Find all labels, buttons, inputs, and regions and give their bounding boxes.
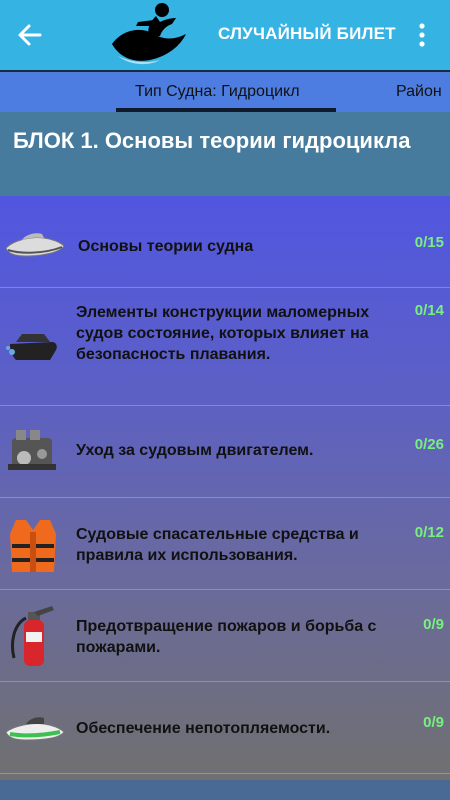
more-vert-icon xyxy=(419,23,425,47)
life-jacket-icon xyxy=(4,514,62,572)
jet-ski-icon xyxy=(4,214,65,272)
item-label: Элементы конструкции маломерных судов со… xyxy=(76,304,370,363)
list-item[interactable]: Уход за судовым двигателем. 0/26 xyxy=(0,406,450,498)
app-bar: СЛУЧАЙНЫЙ БИЛЕТ xyxy=(0,0,450,70)
app-title: СЛУЧАЙНЫЙ БИЛЕТ xyxy=(218,24,396,43)
back-button[interactable] xyxy=(12,17,48,53)
progress-count: 0/9 xyxy=(423,714,444,731)
jet-ski-rider-logo xyxy=(110,0,190,68)
progress-count: 0/14 xyxy=(414,302,444,319)
progress-count: 0/15 xyxy=(414,234,444,251)
list-item[interactable]: Предотвращение пожаров и борьба с пожара… xyxy=(0,590,450,682)
item-label: Предотвращение пожаров и борьба с пожара… xyxy=(76,618,377,656)
boat-hull-icon xyxy=(4,320,62,378)
list-item[interactable]: Основы теории судна 0/15 xyxy=(0,196,450,288)
block-header: БЛОК 1. Основы теории гидроцикла xyxy=(0,112,450,196)
item-label: Уход за судовым двигателем. xyxy=(76,442,314,459)
block-title: БЛОК 1. Основы теории гидроцикла xyxy=(13,128,411,153)
progress-count: 0/26 xyxy=(414,436,444,453)
overflow-menu-button[interactable] xyxy=(410,20,434,50)
item-label: Обеспечение непотопляемости. xyxy=(76,720,331,737)
progress-count: 0/12 xyxy=(414,524,444,541)
list-item[interactable]: Судовые спасательные средства и правила … xyxy=(0,498,450,590)
item-label: Основы теории судна xyxy=(78,238,254,255)
item-label: Судовые спасательные средства и правила … xyxy=(76,526,359,564)
arrow-left-icon xyxy=(18,24,42,46)
tab-vessel-type[interactable]: Тип Судна: Гидроцикл xyxy=(135,83,300,101)
list-item[interactable]: Обеспечение непотопляемости. 0/9 xyxy=(0,682,450,774)
fire-extinguisher-icon xyxy=(4,602,62,666)
engine-icon xyxy=(4,424,62,482)
list-item[interactable]: Элементы конструкции маломерных судов со… xyxy=(0,290,450,406)
progress-count: 0/9 xyxy=(423,616,444,633)
bottom-bar xyxy=(0,780,450,800)
topic-list: Основы теории судна 0/15 Элементы констр… xyxy=(0,196,450,780)
tab-bar: Тип Судна: Гидроцикл Район xyxy=(0,70,450,112)
jet-ski-green-icon xyxy=(4,700,65,758)
tab-region[interactable]: Район xyxy=(396,83,442,101)
